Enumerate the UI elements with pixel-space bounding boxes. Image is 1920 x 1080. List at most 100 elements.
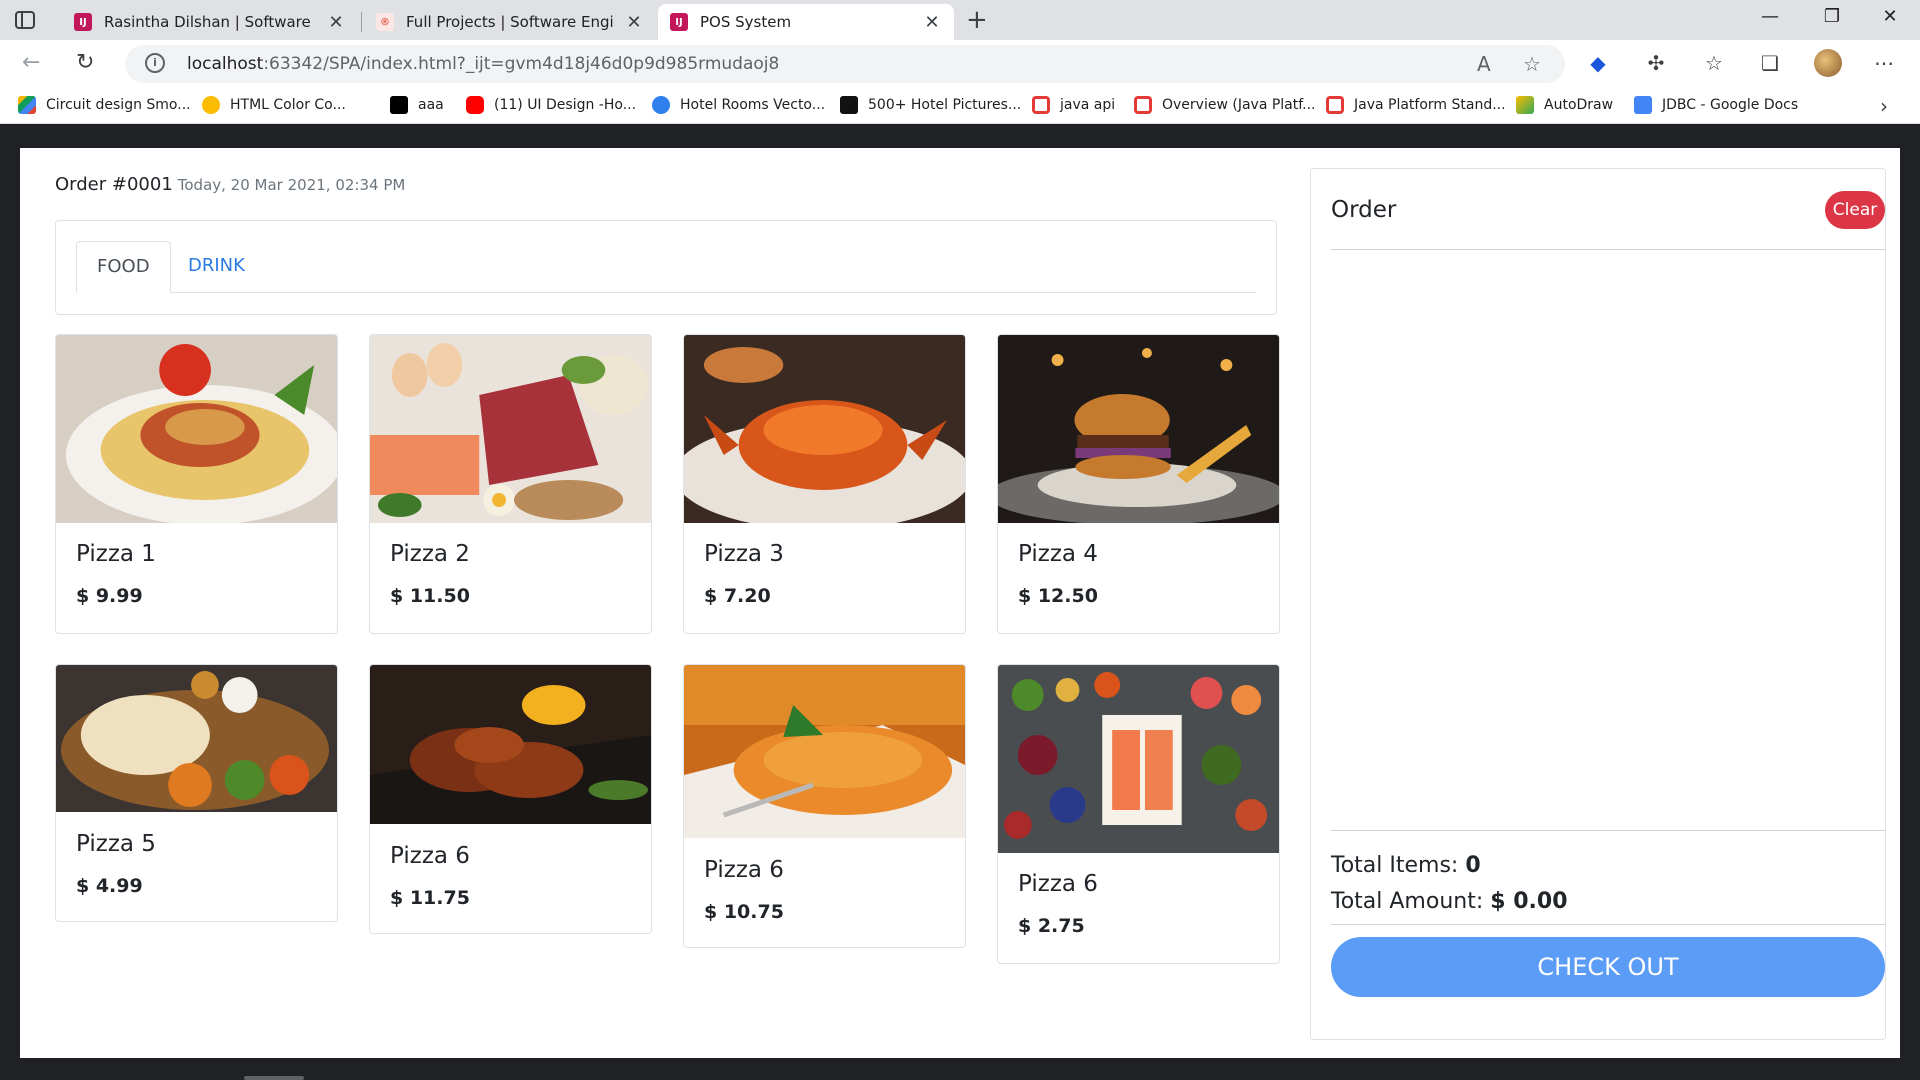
address-bar[interactable]: i localhost:63342/SPA/index.html?_ijt=gv… [125,45,1565,83]
more-menu-icon[interactable]: ⋯ [1870,51,1898,75]
bookmark-item[interactable]: HTML Color Co... [202,96,346,114]
read-aloud-icon[interactable]: A [1477,52,1491,76]
bookmark-item[interactable]: JDBC - Google Docs [1634,96,1798,114]
tab-title: POS System [700,13,792,31]
tab-title: Full Projects | Software Engineer [406,13,614,31]
divider [1331,924,1885,925]
product-name: Pizza 5 [76,831,156,857]
product-name: Pizza 2 [390,541,470,567]
collections-icon[interactable]: ❏ [1756,51,1784,75]
food-photo-ingredients [370,335,651,523]
bookmark-item[interactable]: Java Platform Stand... [1326,96,1506,114]
divider [1331,249,1885,250]
site-info-icon[interactable]: i [145,53,165,73]
chevron-right-icon[interactable]: › [1880,94,1888,118]
url-host: localhost [187,54,264,74]
total-items: Total Items: 0 [1331,853,1481,878]
food-photo-crab [684,335,965,523]
bookmark-item[interactable]: aaa [390,96,444,114]
bookmark-item[interactable]: Hotel Rooms Vecto... [652,96,825,114]
browser-tab-2[interactable]: ® Full Projects | Software Engineer ✕ [364,4,656,40]
intellij-favicon-icon: IJ [74,13,92,31]
add-favorite-icon[interactable]: ☆ [1523,52,1541,76]
new-tab-button[interactable]: + [966,6,988,34]
bookmark-item[interactable]: AutoDraw [1516,96,1613,114]
order-panel-title: Order [1331,197,1397,223]
oracle-icon [1134,96,1152,114]
product-price: $ 12.50 [1018,585,1098,607]
intellij-favicon-icon: IJ [670,13,688,31]
tab-food[interactable]: FOOD [76,241,171,293]
product-name: Pizza 1 [76,541,156,567]
order-items-list [1331,251,1885,829]
product-card[interactable]: Pizza 3 $ 7.20 [683,334,966,634]
url-text[interactable]: localhost:63342/SPA/index.html?_ijt=gvm4… [187,54,779,74]
order-panel: Order Clear Total Items: 0 Total Amount:… [1310,168,1886,1040]
profile-avatar[interactable] [1814,49,1842,77]
tab-drink[interactable]: DRINK [168,241,265,293]
product-card[interactable]: Pizza 6 $ 2.75 [997,664,1280,964]
product-card[interactable]: Pizza 1 $ 9.99 [55,334,338,634]
food-photo-burger [998,335,1279,523]
address-toolbar: ← ↻ i localhost:63342/SPA/index.html?_ij… [0,40,1920,88]
tinkercad-icon [18,96,36,114]
oracle-icon [1326,96,1344,114]
color-palette-icon [202,96,220,114]
window-close-button[interactable]: ✕ [1870,6,1910,27]
product-card[interactable]: Pizza 5 $ 4.99 [55,664,338,922]
bookmark-item[interactable]: Circuit design Smo... [18,96,191,114]
restore-button[interactable]: ❐ [1812,6,1852,27]
bookmarks-bar: Circuit design Smo... HTML Color Co... a… [0,88,1920,124]
product-card[interactable]: Pizza 6 $ 11.75 [369,664,652,934]
divider [1331,830,1885,831]
product-card[interactable]: Pizza 4 $ 12.50 [997,334,1280,634]
url-path: :63342/SPA/index.html?_ijt=gvm4d18j46d0p… [263,54,780,74]
pos-page: Order #0001 Today, 20 Mar 2021, 02:34 PM … [20,148,1900,1058]
order-date: Today, 20 Mar 2021, 02:34 PM [177,176,406,194]
back-arrow-icon[interactable]: ← [22,50,40,75]
clear-order-button[interactable]: Clear [1825,191,1885,229]
youtube-icon [466,96,484,114]
product-card[interactable]: Pizza 2 $ 11.50 [369,334,652,634]
product-price: $ 10.75 [704,901,784,923]
food-photo-penne-pasta [684,665,965,838]
food-photo-salmon-veggies [998,665,1279,853]
tab-close-icon[interactable]: ✕ [624,12,644,33]
tab-divider [361,12,362,32]
product-price: $ 11.50 [390,585,470,607]
food-photo-naan-curry [56,665,337,812]
browser-tab-1[interactable]: IJ Rasintha Dilshan | Software Engi ✕ [62,4,358,40]
product-name: Pizza 6 [1018,871,1098,897]
site-favicon-icon: ® [376,13,394,31]
tab-title: Rasintha Dilshan | Software Engi [104,13,316,31]
extensions-icon[interactable]: ✣ [1642,51,1670,75]
tab-actions-icon[interactable] [14,9,36,31]
bookmark-item[interactable]: (11) UI Design -Ho... [466,96,636,114]
tab-close-icon[interactable]: ✕ [326,12,346,33]
autodraw-icon [1516,96,1534,114]
product-card[interactable]: Pizza 6 $ 10.75 [683,664,966,948]
horizontal-scrollbar[interactable] [244,1076,304,1080]
product-name: Pizza 6 [704,857,784,883]
product-price: $ 2.75 [1018,915,1085,937]
order-number: Order #0001 [55,174,173,195]
total-amount: Total Amount: $ 0.00 [1331,889,1568,914]
food-photo-pasta [56,335,337,523]
bookmark-item[interactable]: 500+ Hotel Pictures... [840,96,1021,114]
reload-icon[interactable]: ↻ [76,50,94,75]
product-name: Pizza 4 [1018,541,1098,567]
browser-tab-strip: IJ Rasintha Dilshan | Software Engi ✕ ® … [0,0,1920,40]
copilot-icon[interactable]: ◆ [1584,51,1612,75]
bookmark-item[interactable]: Overview (Java Platf... [1134,96,1316,114]
product-price: $ 11.75 [390,887,470,909]
checkout-button[interactable]: CHECK OUT [1331,937,1885,997]
black-square-icon [390,96,408,114]
bookmark-item[interactable]: java api [1032,96,1115,114]
browser-tab-active[interactable]: IJ POS System ✕ [658,4,954,40]
food-photo-chicken-wings [370,665,651,824]
total-items-value: 0 [1465,853,1481,878]
tab-close-icon[interactable]: ✕ [922,12,942,33]
minimize-button[interactable]: — [1750,6,1790,27]
product-name: Pizza 3 [704,541,784,567]
favorites-icon[interactable]: ☆ [1700,51,1728,75]
